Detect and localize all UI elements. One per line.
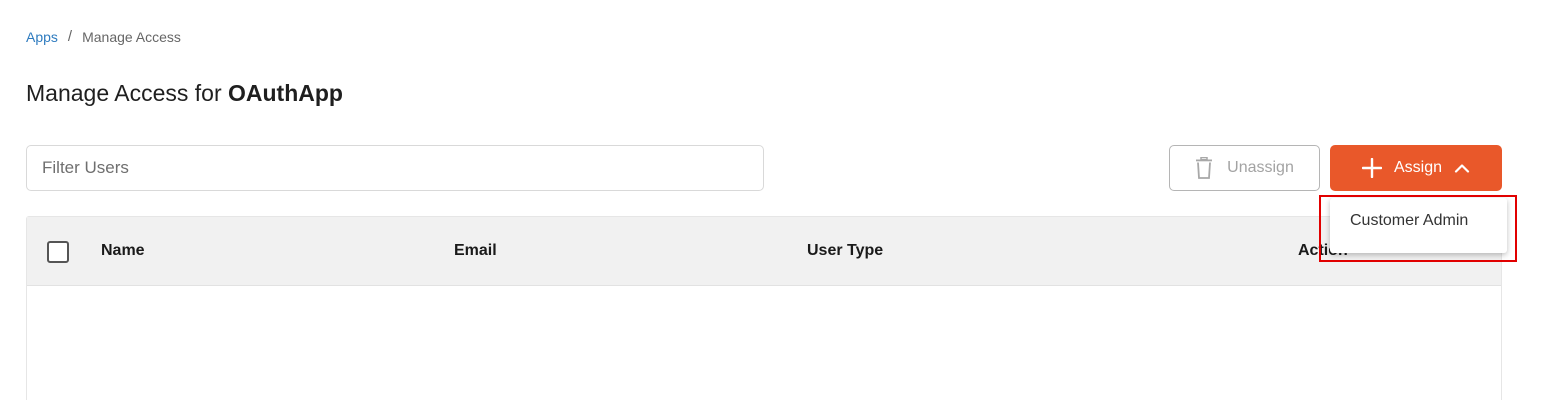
filter-users-input[interactable]: [26, 145, 764, 191]
plus-icon: [1361, 158, 1382, 178]
breadcrumb: Apps / Manage Access: [26, 28, 181, 45]
breadcrumb-apps-link[interactable]: Apps: [26, 29, 58, 45]
assign-dropdown-menu: Customer Admin: [1330, 198, 1507, 253]
select-all-checkbox[interactable]: [47, 241, 69, 263]
unassign-button[interactable]: Unassign: [1169, 145, 1320, 191]
chevron-up-icon: [1454, 163, 1470, 173]
page-title-app-name: OAuthApp: [228, 80, 343, 106]
breadcrumb-separator: /: [67, 28, 73, 45]
page-title-prefix: Manage Access for: [26, 80, 222, 106]
users-table: Name Email User Type Action: [26, 216, 1502, 400]
assign-button[interactable]: Assign: [1330, 145, 1502, 191]
menu-item-customer-admin[interactable]: Customer Admin: [1350, 212, 1468, 230]
assign-label: Assign: [1393, 159, 1443, 176]
trash-icon: [1195, 157, 1213, 179]
column-header-user-type[interactable]: User Type: [807, 242, 883, 260]
column-header-email[interactable]: Email: [454, 242, 497, 260]
breadcrumb-current: Manage Access: [82, 28, 181, 45]
unassign-label: Unassign: [1227, 159, 1294, 176]
column-header-name[interactable]: Name: [101, 242, 145, 260]
page-title: Manage Access for OAuthApp: [26, 80, 343, 107]
table-header: Name Email User Type Action: [27, 217, 1501, 286]
